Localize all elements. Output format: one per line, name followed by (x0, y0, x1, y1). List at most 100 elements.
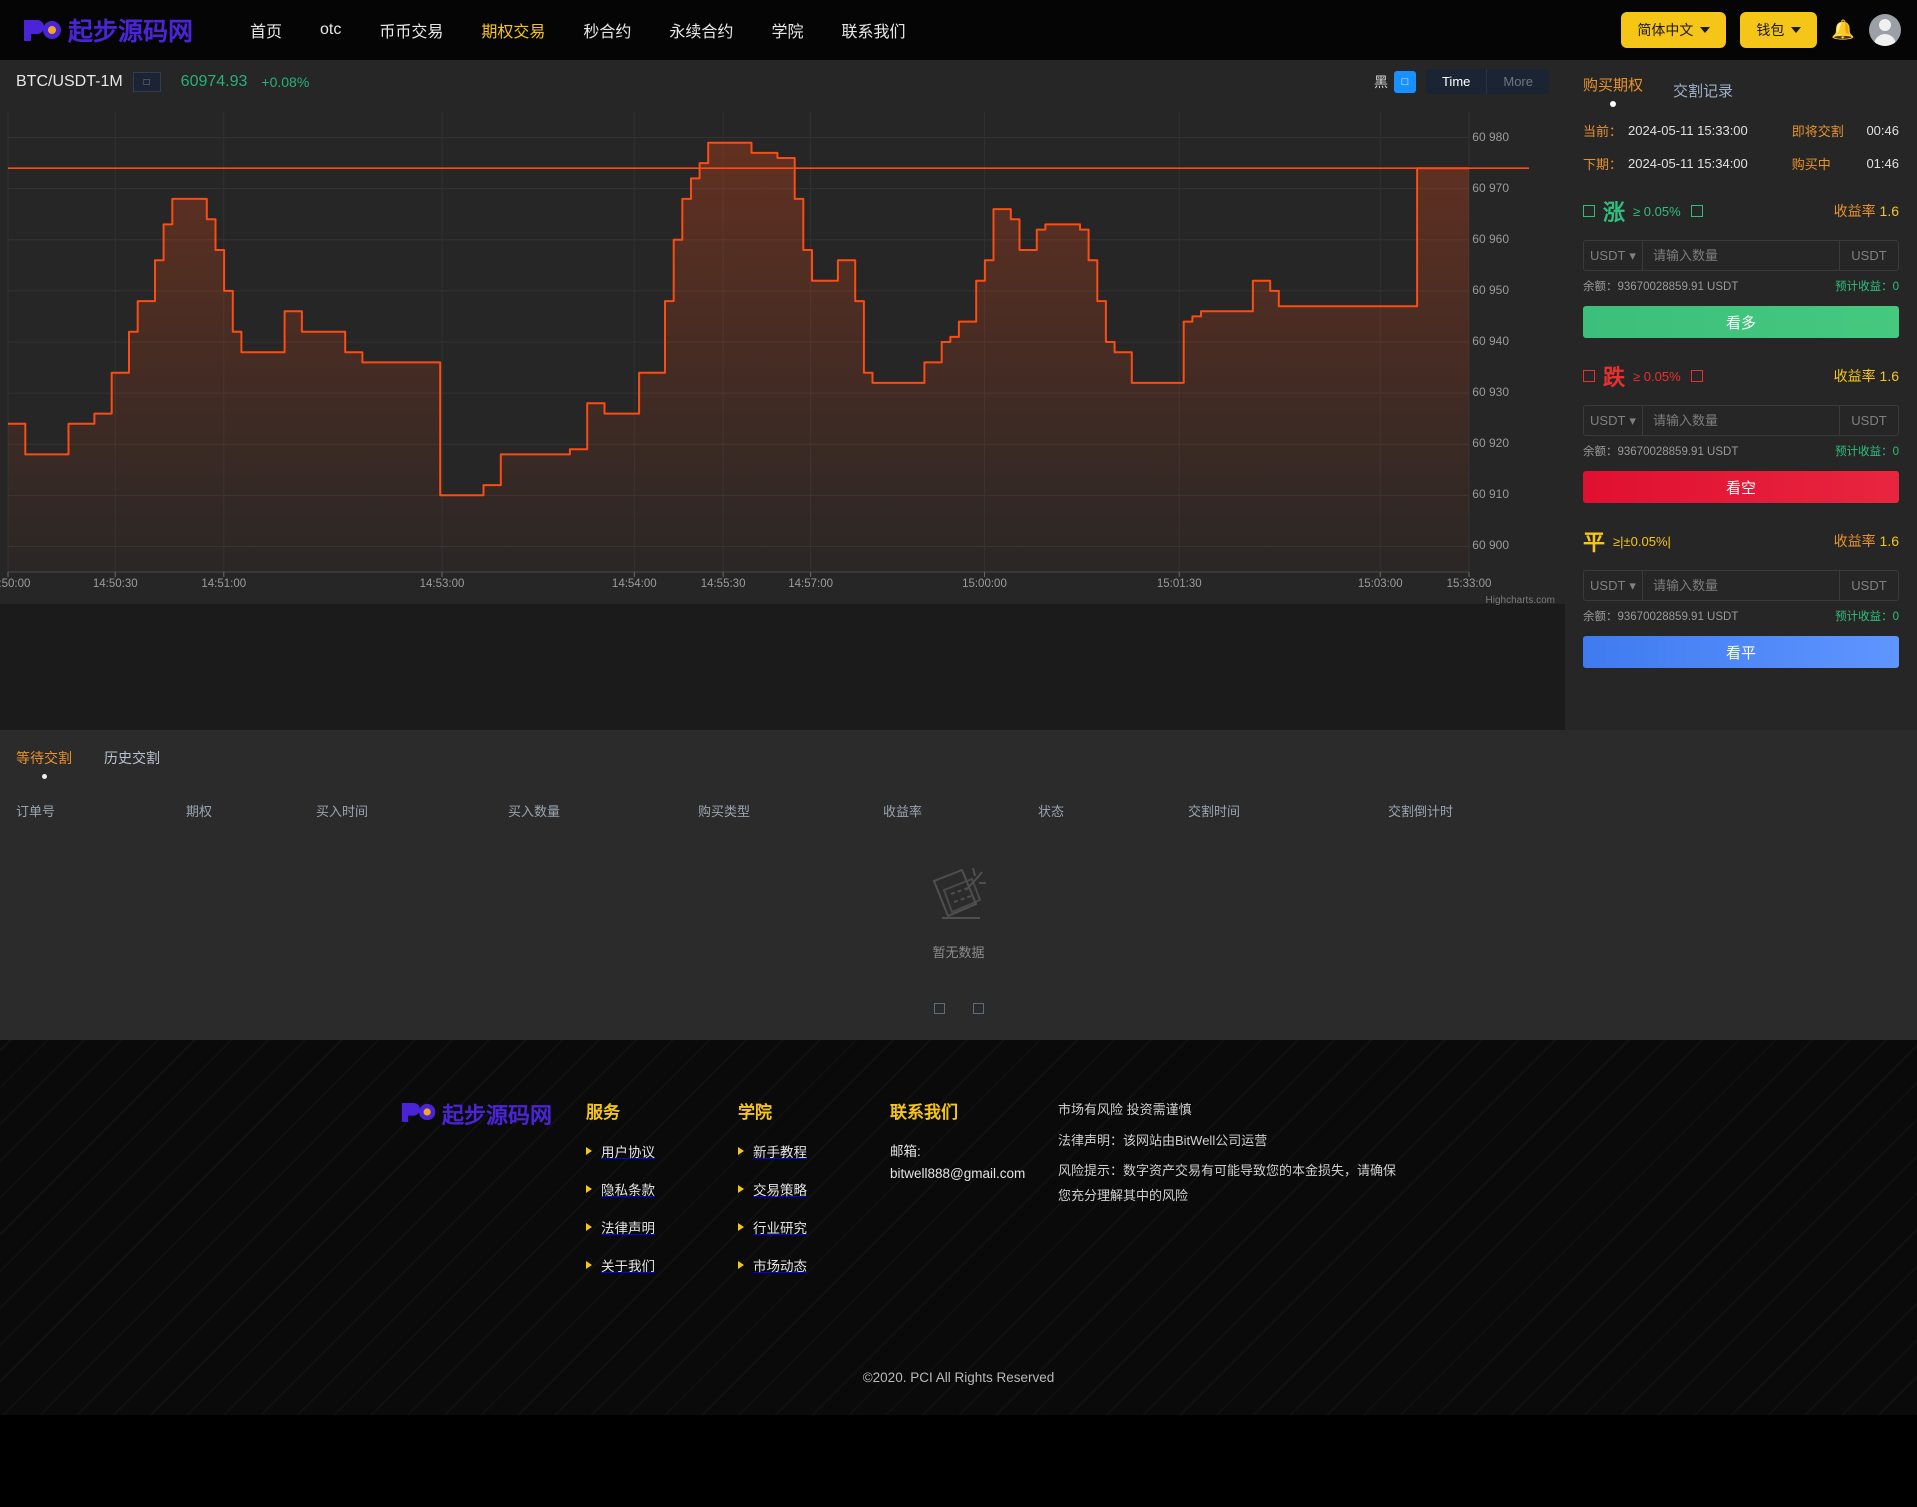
language-selector[interactable]: 简体中文 (1621, 12, 1726, 48)
trade-section-flat: 平 ≥|±0.05%| 收益率 1.6 USDT ▾ USDT 余额：93670… (1583, 525, 1899, 668)
arrow-right-icon (586, 1147, 592, 1155)
amount-input-row-flat: USDT ▾ USDT (1583, 570, 1899, 601)
profit-rate-flat: 收益率 1.6 (1834, 531, 1899, 551)
footer-disclaimer: 市场有风险 投资需谨慎 法律声明：该网站由BitWell公司运营 风险提示：数字… (1058, 1098, 1398, 1293)
direction-flat-condition: ≥|±0.05%| (1613, 534, 1671, 549)
y-axis-tick: 60 940 (1472, 334, 1509, 348)
prev-page-icon[interactable] (934, 1003, 945, 1014)
trade-panel: 购买期权 交割记录 当前： 2024-05-11 15:33:00 即将交割 0… (1565, 60, 1917, 730)
est-profit-down-value: 0 (1893, 446, 1899, 458)
footer-logo: 起步源码网 (400, 1098, 560, 1293)
y-axis-tick: 60 970 (1472, 181, 1509, 195)
orders-section: 等待交割 历史交割 订单号期权买入时间买入数量购买类型收益率状态交割时间交割倒计… (0, 730, 1917, 1040)
nav-item-5[interactable]: 永续合约 (650, 18, 752, 42)
balance-row-down: 余额：93670028859.91 USDT 预计收益：0 (1583, 443, 1899, 459)
x-axis-tick: 15:01:30 (1157, 578, 1202, 590)
nav-item-2[interactable]: 币币交易 (360, 18, 462, 42)
chevron-down-icon: ▾ (1629, 413, 1636, 429)
site-logo[interactable]: 起步源码网 (22, 12, 193, 48)
nav-item-6[interactable]: 学院 (752, 18, 822, 42)
tab-history-settlement[interactable]: 历史交割 (104, 748, 160, 779)
y-axis-tick: 60 900 (1472, 538, 1509, 552)
footer-link-service-0[interactable]: 用户协议 (586, 1141, 738, 1161)
tab-history-settlement-label: 历史交割 (104, 748, 160, 768)
nav-item-3[interactable]: 期权交易 (462, 18, 564, 42)
currency-selector-down[interactable]: USDT ▾ (1584, 406, 1643, 435)
symbol-select-icon[interactable]: □ (133, 72, 161, 92)
balance-down-value: 93670028859.91 USDT (1618, 446, 1739, 458)
y-axis-labels: 60 98060 97060 96060 95060 94060 93060 9… (1439, 104, 1509, 604)
est-profit-up-value: 0 (1893, 281, 1899, 293)
buy-flat-button[interactable]: 看平 (1583, 636, 1899, 668)
x-axis-labels: 14:50:0014:50:3014:51:0014:53:0014:54:00… (0, 574, 1565, 604)
last-price: 60974.93 (181, 73, 248, 91)
nav-item-1[interactable]: otc (301, 21, 360, 39)
theme-toggle-icon[interactable]: □ (1394, 71, 1416, 93)
est-profit-down-label: 预计收益： (1835, 446, 1893, 458)
buy-long-button[interactable]: 看多 (1583, 306, 1899, 338)
notification-bell-icon[interactable]: 🔔 (1831, 21, 1855, 40)
tab-pending-settlement[interactable]: 等待交割 (16, 748, 72, 779)
user-avatar-icon[interactable] (1869, 14, 1901, 46)
balance-flat-label: 余额： (1583, 611, 1618, 623)
amount-suffix-flat: USDT (1839, 571, 1898, 600)
y-axis-tick: 60 950 (1472, 283, 1509, 297)
profit-rate-flat-value: 1.6 (1880, 533, 1899, 549)
x-axis-tick: 14:53:00 (420, 578, 465, 590)
y-axis-tick: 60 980 (1472, 130, 1509, 144)
tab-buy-option[interactable]: 购买期权 (1583, 74, 1643, 107)
footer-link-academy-3[interactable]: 市场动态 (738, 1255, 890, 1275)
footer-link-service-1[interactable]: 隐私条款 (586, 1179, 738, 1199)
nav-item-0[interactable]: 首页 (231, 18, 301, 42)
amount-input-down[interactable] (1643, 406, 1839, 435)
x-axis-tick: 14:50:00 (0, 578, 30, 590)
balance-down: 余额：93670028859.91 USDT (1583, 443, 1738, 459)
amount-input-up[interactable] (1643, 241, 1839, 270)
x-axis-tick: 14:51:00 (201, 578, 246, 590)
buy-short-button[interactable]: 看空 (1583, 471, 1899, 503)
balance-up: 余额：93670028859.91 USDT (1583, 278, 1738, 294)
theme-toggle-group[interactable]: 黑 □ (1374, 71, 1416, 93)
tab-more[interactable]: More (1486, 69, 1549, 94)
footer-link-service-2[interactable]: 法律声明 (586, 1217, 738, 1237)
orders-tabs: 等待交割 历史交割 (16, 748, 1901, 779)
footer-column-academy: 学院 新手教程 交易策略 行业研究 市场动态 (738, 1098, 890, 1293)
footer-link-service-3[interactable]: 关于我们 (586, 1255, 738, 1275)
currency-selector-up[interactable]: USDT ▾ (1584, 241, 1643, 270)
price-chart[interactable]: 60 98060 97060 96060 95060 94060 93060 9… (0, 104, 1565, 604)
profit-rate-flat-label: 收益率 (1834, 533, 1876, 549)
current-label: 当前： (1583, 121, 1622, 140)
chevron-down-icon (1700, 27, 1710, 33)
footer-link-academy-0[interactable]: 新手教程 (738, 1141, 890, 1161)
price-chart-svg (0, 104, 1565, 604)
orders-column-header: 期权 (186, 801, 316, 820)
empty-state-text: 暂无数据 (932, 942, 984, 961)
amount-suffix-up: USDT (1839, 241, 1898, 270)
est-profit-down: 预计收益：0 (1835, 443, 1899, 459)
nav-item-4[interactable]: 秒合约 (564, 18, 650, 42)
current-status: 即将交割 (1792, 121, 1844, 140)
current-period-row: 当前： 2024-05-11 15:33:00 即将交割 00:46 (1583, 121, 1899, 140)
balance-row-flat: 余额：93670028859.91 USDT 预计收益：0 (1583, 608, 1899, 624)
checkbox-icon[interactable] (1583, 205, 1595, 217)
amount-input-flat[interactable] (1643, 571, 1839, 600)
chevron-down-icon (1791, 27, 1801, 33)
tab-time[interactable]: Time (1426, 69, 1486, 94)
trade-section-up-header: 涨 ≥ 0.05% 收益率 1.6 (1583, 195, 1899, 227)
checkbox-icon[interactable] (1691, 205, 1703, 217)
footer-link-academy-1[interactable]: 交易策略 (738, 1179, 890, 1199)
footer-link-academy-2[interactable]: 行业研究 (738, 1217, 890, 1237)
tab-settlement-record[interactable]: 交割记录 (1673, 80, 1733, 101)
checkbox-icon[interactable] (1583, 370, 1595, 382)
trade-panel-tabs: 购买期权 交割记录 (1583, 74, 1899, 107)
footer-email-value[interactable]: bitwell888@gmail.com (890, 1163, 1058, 1185)
checkbox-icon[interactable] (1691, 370, 1703, 382)
footer-logo-text: 起步源码网 (442, 1098, 552, 1130)
nav-item-7[interactable]: 联系我们 (822, 18, 924, 42)
currency-selector-flat[interactable]: USDT ▾ (1584, 571, 1643, 600)
currency-selector-down-label: USDT (1590, 413, 1625, 428)
wallet-button[interactable]: 钱包 (1740, 12, 1817, 48)
next-page-icon[interactable] (973, 1003, 984, 1014)
chevron-down-icon: ▾ (1629, 578, 1636, 594)
x-axis-tick: 14:57:00 (788, 578, 833, 590)
